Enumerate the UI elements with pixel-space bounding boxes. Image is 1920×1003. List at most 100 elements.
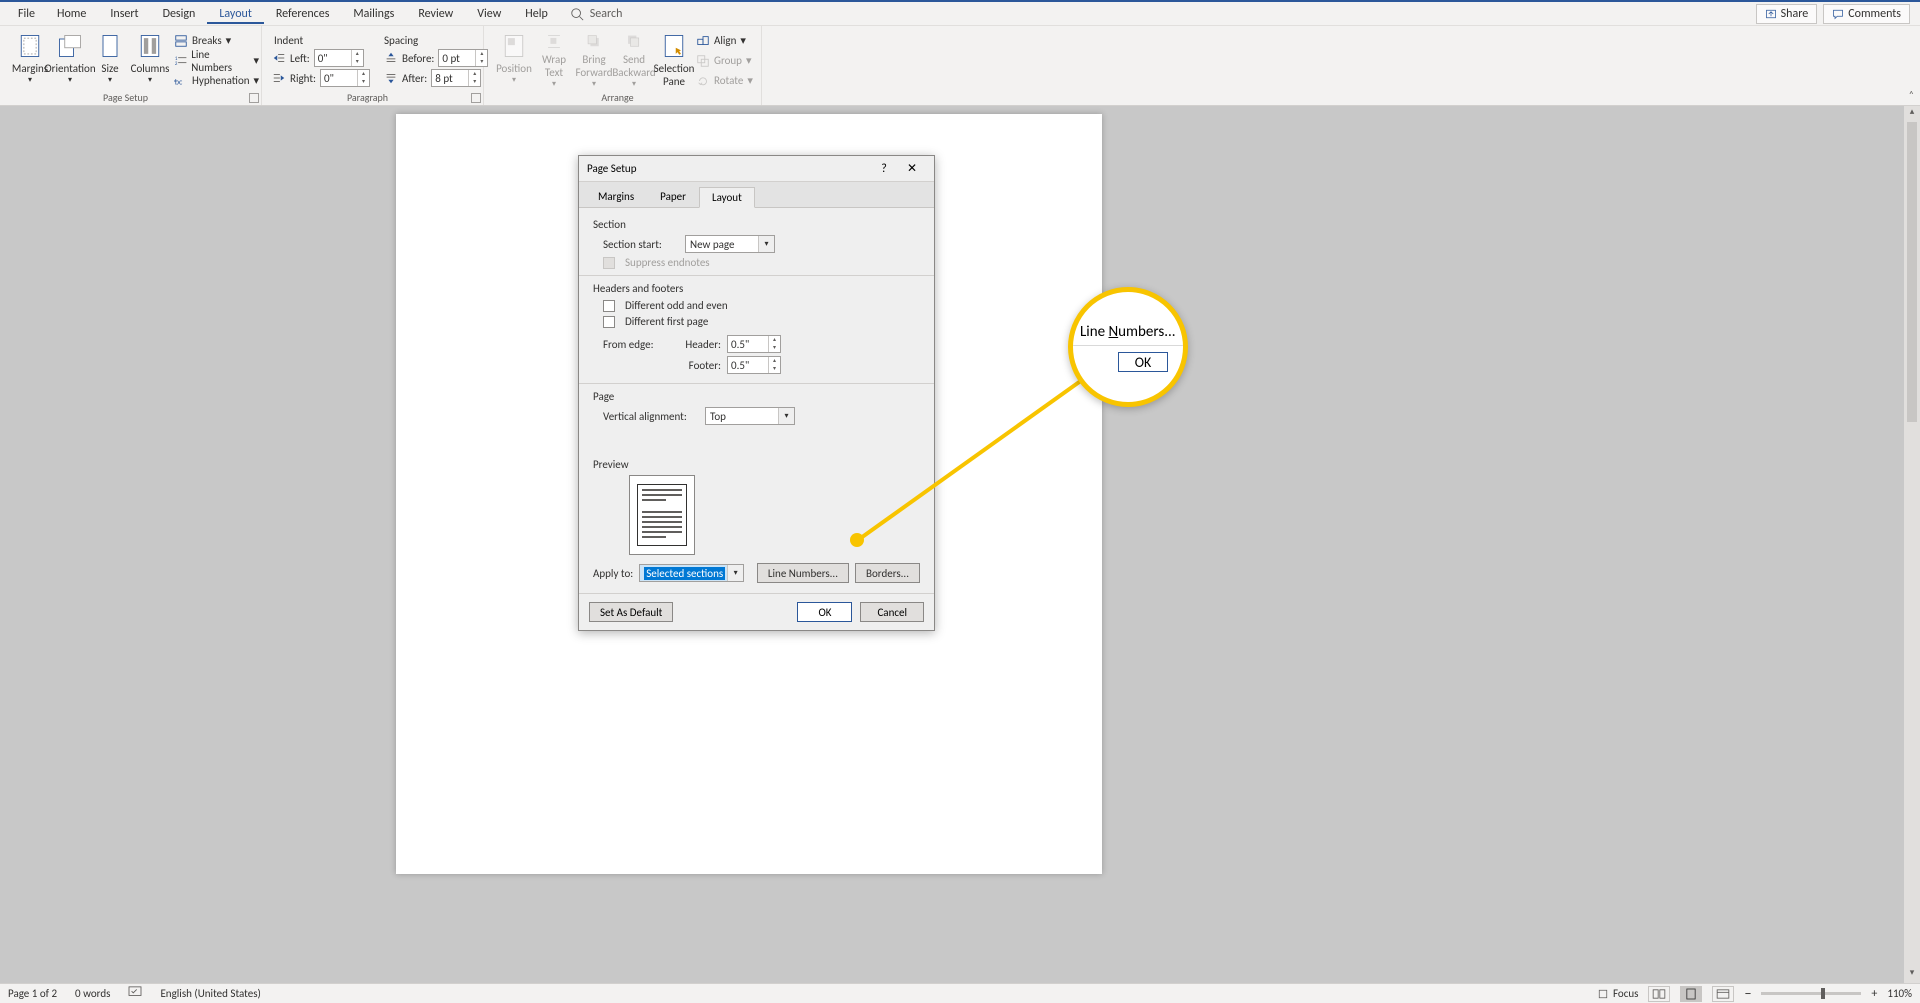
size-icon: [96, 32, 124, 60]
paragraph-launcher[interactable]: [471, 93, 481, 103]
indent-right[interactable]: Right:0"▴▾: [272, 69, 370, 87]
tab-help[interactable]: Help: [513, 4, 560, 24]
indent-right-icon: [272, 71, 286, 85]
word-count[interactable]: 0 words: [75, 987, 110, 1000]
cancel-button[interactable]: Cancel: [860, 602, 924, 622]
footer-input[interactable]: 0.5"▴▾: [727, 356, 781, 374]
share-icon: [1765, 8, 1777, 20]
bring-forward-button: Bring Forward▾: [574, 30, 614, 91]
callout-ok-fragment: OK: [1118, 352, 1169, 372]
suppress-endnotes-checkbox: [603, 257, 615, 269]
collapse-ribbon-button[interactable]: ˄: [1909, 88, 1914, 101]
group-icon: [696, 54, 710, 68]
sendbackward-icon: [620, 32, 648, 51]
page-setup-dialog: Page Setup ? ✕ Margins Paper Layout Sect…: [578, 155, 935, 631]
zoom-in-button[interactable]: +: [1871, 987, 1877, 1001]
comments-label: Comments: [1848, 7, 1901, 21]
comment-icon: [1832, 8, 1844, 20]
menubar: File Home Insert Design Layout Reference…: [0, 2, 1920, 26]
zoom-slider[interactable]: [1761, 992, 1861, 995]
size-button[interactable]: Size▾: [90, 30, 130, 91]
indent-right-input[interactable]: 0"▴▾: [320, 69, 370, 87]
section-start-dropdown[interactable]: New page▾: [685, 235, 775, 253]
tab-insert[interactable]: Insert: [98, 4, 150, 24]
tab-mailings[interactable]: Mailings: [341, 4, 406, 24]
header-input[interactable]: 0.5"▴▾: [727, 335, 781, 353]
section-start-label: Section start:: [603, 238, 679, 251]
indent-left-icon: [272, 51, 286, 65]
dialog-tab-margins[interactable]: Margins: [585, 186, 647, 207]
print-layout-button[interactable]: [1680, 986, 1702, 1002]
section-heading: Section: [593, 218, 920, 231]
page-heading: Page: [593, 390, 920, 403]
callout-magnifier: Line Numbers... OK: [1068, 287, 1188, 407]
selection-pane-button[interactable]: Selection Pane: [654, 30, 694, 91]
focus-mode-label[interactable]: Focus: [1597, 987, 1638, 1000]
hyphenation-icon: bc: [174, 74, 188, 88]
page-indicator[interactable]: Page 1 of 2: [8, 987, 57, 1000]
diff-first-page-checkbox[interactable]: [603, 316, 615, 328]
comments-button[interactable]: Comments: [1823, 4, 1910, 24]
line-numbers-dialog-button[interactable]: Line Numbers...: [757, 563, 849, 583]
hyphenation-button[interactable]: bcHyphenation▾: [174, 72, 259, 90]
dialog-tab-layout[interactable]: Layout: [699, 187, 755, 208]
dialog-help-button[interactable]: ?: [870, 162, 898, 176]
suppress-endnotes-label: Suppress endnotes: [625, 256, 710, 269]
tab-view[interactable]: View: [465, 4, 513, 24]
share-button[interactable]: Share: [1756, 4, 1818, 24]
read-mode-button[interactable]: [1648, 986, 1670, 1002]
orientation-icon: [56, 32, 84, 60]
search-box[interactable]: Search: [570, 7, 623, 21]
share-label: Share: [1781, 7, 1809, 21]
bringforward-icon: [580, 32, 608, 51]
proofing-icon[interactable]: [128, 986, 142, 1001]
borders-dialog-button[interactable]: Borders...: [855, 563, 920, 583]
tab-home[interactable]: Home: [45, 4, 98, 24]
search-placeholder: Search: [590, 7, 623, 21]
orientation-button[interactable]: Orientation▾: [50, 30, 90, 91]
preview-box: [629, 475, 695, 555]
tab-review[interactable]: Review: [406, 4, 465, 24]
breaks-icon: [174, 34, 188, 48]
svg-text:bc: bc: [175, 78, 183, 87]
header-label: Header:: [679, 338, 721, 351]
tab-references[interactable]: References: [264, 4, 342, 24]
spacing-heading: Spacing: [384, 34, 488, 47]
space-before[interactable]: Before:0 pt▴▾: [384, 49, 488, 67]
apply-to-dropdown[interactable]: Selected sections▾: [639, 564, 744, 582]
document-area[interactable]: [0, 106, 1920, 987]
zoom-out-button[interactable]: −: [1744, 985, 1751, 1002]
rotate-button: Rotate▾: [696, 72, 753, 90]
tab-file[interactable]: File: [8, 4, 45, 24]
align-icon: [696, 34, 710, 48]
vertical-scrollbar[interactable]: ▴ ▾: [1904, 106, 1920, 983]
space-before-input[interactable]: 0 pt▴▾: [438, 49, 488, 67]
indent-left-input[interactable]: 0"▴▾: [314, 49, 364, 67]
ok-button[interactable]: OK: [797, 602, 852, 622]
svg-text:2: 2: [175, 61, 178, 67]
language-indicator[interactable]: English (United States): [160, 987, 260, 1000]
line-numbers-button[interactable]: 12Line Numbers▾: [174, 52, 259, 70]
rotate-icon: [696, 74, 710, 88]
space-before-icon: [384, 51, 398, 65]
callout-anchor-dot: [850, 533, 864, 547]
valign-dropdown[interactable]: Top▾: [705, 407, 795, 425]
align-button[interactable]: Align▾: [696, 32, 753, 50]
tab-layout[interactable]: Layout: [207, 4, 264, 24]
margins-button[interactable]: Margins▾: [10, 30, 50, 91]
page-setup-launcher[interactable]: [249, 93, 259, 103]
dialog-close-button[interactable]: ✕: [898, 161, 926, 176]
zoom-level[interactable]: 110%: [1887, 987, 1912, 1000]
dialog-title: Page Setup: [587, 162, 636, 175]
diff-odd-even-label: Different odd and even: [625, 299, 728, 312]
set-as-default-button[interactable]: Set As Default: [589, 602, 673, 622]
tab-design[interactable]: Design: [151, 4, 208, 24]
indent-left[interactable]: Left:0"▴▾: [272, 49, 370, 67]
columns-button[interactable]: Columns▾: [130, 30, 170, 91]
space-after[interactable]: After:8 pt▴▾: [384, 69, 488, 87]
dialog-tab-paper[interactable]: Paper: [647, 186, 699, 207]
web-layout-button[interactable]: [1712, 986, 1734, 1002]
space-after-input[interactable]: 8 pt▴▾: [431, 69, 481, 87]
scrollbar-thumb[interactable]: [1907, 122, 1917, 422]
diff-odd-even-checkbox[interactable]: [603, 300, 615, 312]
